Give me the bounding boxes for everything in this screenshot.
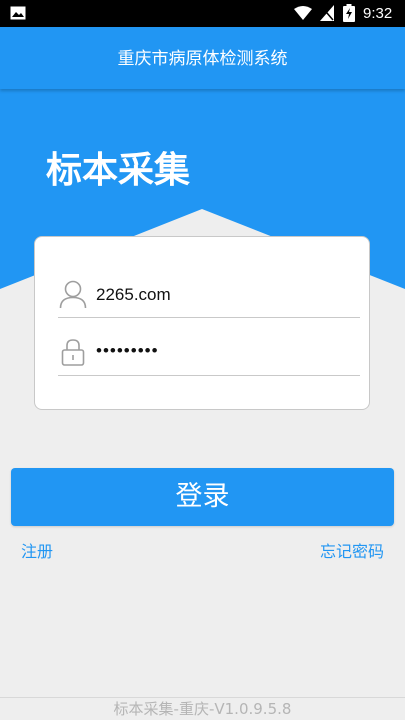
- hero-title: 标本采集: [46, 150, 191, 191]
- battery-charging-icon: [343, 4, 355, 22]
- app-title: 重庆市病原体检测系统: [117, 49, 288, 69]
- password-field[interactable]: •••••••••: [58, 333, 360, 376]
- signal-icon: [320, 5, 334, 21]
- register-link[interactable]: 注册: [21, 541, 53, 563]
- username-field[interactable]: 2265.com: [58, 275, 360, 318]
- password-input[interactable]: •••••••••: [96, 340, 159, 362]
- version-label: 标本采集-重庆-V1.0.9.5.8: [113, 700, 292, 718]
- app-bar: 重庆市病原体检测系统: [0, 27, 405, 89]
- status-bar: 9:32: [0, 0, 405, 27]
- gallery-icon: [10, 6, 26, 20]
- wifi-icon: [294, 6, 312, 20]
- user-icon: [59, 280, 87, 309]
- login-card: 2265.com •••••••••: [34, 236, 370, 410]
- login-button[interactable]: 登录: [11, 468, 394, 526]
- username-input[interactable]: 2265.com: [96, 284, 171, 306]
- forgot-password-link[interactable]: 忘记密码: [320, 541, 384, 563]
- clock: 9:32: [363, 5, 393, 22]
- lock-icon: [61, 339, 85, 366]
- footer-divider: [0, 697, 405, 698]
